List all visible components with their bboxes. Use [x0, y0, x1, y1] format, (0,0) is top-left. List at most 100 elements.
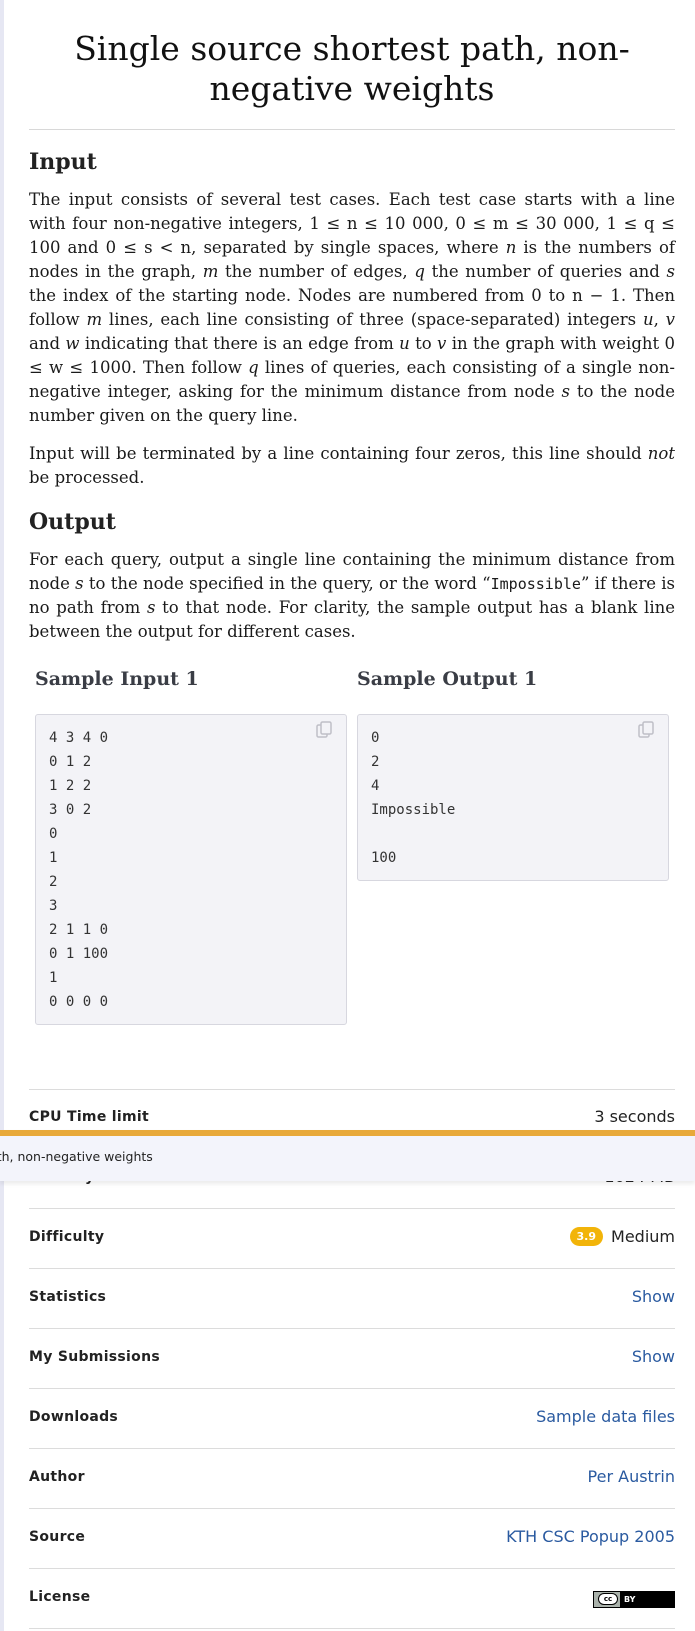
- math-var-n: n: [505, 238, 517, 257]
- math-var-q: q: [248, 358, 259, 377]
- sample-input-line: 1: [49, 850, 58, 866]
- math-n-minus-1: n − 1: [572, 286, 621, 305]
- meta-value-statistics[interactable]: Show: [632, 1287, 675, 1306]
- text-span: to: [409, 334, 438, 353]
- difficulty-text: Medium: [611, 1227, 675, 1246]
- sample-output-line: [371, 822, 655, 846]
- text-span: indicating that there is an edge from: [79, 334, 400, 353]
- sample-output-line: 100: [371, 850, 397, 866]
- output-heading: Output: [29, 509, 116, 535]
- meta-value-author[interactable]: Per Austrin: [588, 1467, 675, 1486]
- meta-row-my-submissions: My Submissions Show: [29, 1329, 675, 1389]
- sample-output-box[interactable]: 0 2 4 Impossible 100: [357, 714, 669, 881]
- cc-by-license-icon[interactable]: cc BY: [593, 1591, 675, 1608]
- meta-value-license: cc BY: [593, 1589, 675, 1608]
- sample-output-column: Sample Output 1 0 2 4 Impossible 100: [357, 658, 669, 881]
- sample-input-line: 2: [49, 874, 58, 890]
- math-s-range: 0 ≤ s < n: [105, 238, 192, 257]
- sample-input-line: 2 1 1 0: [49, 922, 109, 938]
- meta-value-downloads[interactable]: Sample data files: [536, 1407, 675, 1426]
- meta-row-downloads: Downloads Sample data files: [29, 1389, 675, 1449]
- text-span: . Then follow: [131, 358, 249, 377]
- meta-label: Author: [29, 1469, 85, 1485]
- text-span: to the node specified in the query, or t…: [83, 574, 491, 593]
- page-title: Single source shortest path, non-negativ…: [74, 29, 630, 108]
- cc-circle: cc: [598, 1593, 618, 1605]
- meta-label: My Submissions: [29, 1349, 160, 1365]
- meta-value-difficulty: 3.9 Medium: [569, 1227, 675, 1246]
- meta-row-statistics: Statistics Show: [29, 1269, 675, 1329]
- difficulty-badge: 3.9: [569, 1227, 604, 1246]
- meta-label: Downloads: [29, 1409, 119, 1425]
- sample-output-line: 4: [371, 778, 380, 794]
- sticky-title-text: rtest path, non-negative weights: [0, 1149, 153, 1164]
- sample-output-lines: 0 2 4 Impossible 100: [371, 726, 655, 870]
- text-span: the number of queries and: [424, 262, 667, 281]
- math-var-u: u: [399, 334, 410, 353]
- text-span: , separated by single spaces, where: [191, 238, 506, 257]
- math-var-m: m: [86, 310, 103, 329]
- sticky-title-bar: rtest path, non-negative weights: [0, 1130, 695, 1181]
- meta-value-my-submissions[interactable]: Show: [632, 1347, 675, 1366]
- text-span: ,: [594, 214, 607, 233]
- text-span: the index of the starting node. Nodes ar…: [29, 286, 532, 305]
- left-rail: [0, 0, 4, 1631]
- math-var-w: w: [65, 334, 80, 353]
- text-span: Input will be terminated by a line conta…: [29, 444, 648, 463]
- copy-icon[interactable]: [638, 721, 654, 738]
- cc-by-text: BY: [624, 1595, 636, 1604]
- meta-label: Source: [29, 1529, 86, 1545]
- sample-input-lines: 4 3 4 0 0 1 2 1 2 2 3 0 2 0 1 2 3 2 1 1 0 0 1 100…: [49, 726, 333, 1014]
- sample-input-column: Sample Input 1 4 3 4 0 0 1 2 1 2 2 3 0 2 0 1 2…: [35, 658, 347, 1025]
- math-var-s: s: [75, 574, 84, 593]
- text-span: and: [60, 238, 106, 257]
- sample-input-title: Sample Input 1: [35, 668, 199, 690]
- sample-input-line: 0 1 100: [49, 946, 109, 962]
- math-var-s: s: [666, 262, 675, 281]
- input-paragraph-1: The input consists of several test cases…: [29, 188, 675, 428]
- math-zero: 0: [531, 286, 542, 305]
- sample-input-line: 1: [49, 970, 58, 986]
- text-span: and: [29, 334, 66, 353]
- sample-input-line: 0 0 0 0: [49, 994, 109, 1010]
- math-var-u: u: [642, 310, 654, 329]
- input-paragraph-2: Input will be terminated by a line conta…: [29, 442, 675, 490]
- text-span: ,: [653, 310, 666, 329]
- math-var-s: s: [561, 382, 571, 401]
- meta-label: Statistics: [29, 1289, 107, 1305]
- problem-content: Single source shortest path, non-negativ…: [29, 0, 675, 1058]
- meta-label: CPU Time limit: [29, 1109, 149, 1125]
- meta-row-license: License cc BY: [29, 1569, 675, 1629]
- meta-label: Difficulty: [29, 1229, 105, 1245]
- math-n-range: 1 ≤ n ≤ 10 000: [309, 214, 444, 233]
- sample-output-line: Impossible: [371, 802, 456, 818]
- sample-input-line: 3: [49, 898, 58, 914]
- meta-value-cpu-time-limit: 3 seconds: [594, 1107, 675, 1126]
- input-heading: Input: [29, 149, 97, 175]
- math-var-q: q: [414, 262, 425, 281]
- text-span: lines, each line consisting of three (sp…: [102, 310, 643, 329]
- sample-input-line: 3 0 2: [49, 802, 92, 818]
- impossible-keyword: Impossible: [490, 575, 581, 593]
- text-span: ,: [443, 214, 456, 233]
- math-var-v: v: [437, 334, 447, 353]
- text-span: to: [541, 286, 573, 305]
- sample-output-line: 0: [371, 730, 380, 746]
- meta-row-author: Author Per Austrin: [29, 1449, 675, 1509]
- meta-row-source: Source KTH CSC Popup 2005: [29, 1509, 675, 1569]
- meta-row-difficulty: Difficulty 3.9 Medium: [29, 1209, 675, 1269]
- sample-output-title: Sample Output 1: [357, 668, 538, 690]
- text-span: in the graph with weight: [446, 334, 665, 353]
- title-divider: [29, 129, 675, 130]
- text-span: the number of edges,: [218, 262, 415, 281]
- sample-input-box[interactable]: 4 3 4 0 0 1 2 1 2 2 3 0 2 0 1 2 3 2 1 1 0 0 1 100…: [35, 714, 347, 1025]
- sample-output-line: 2: [371, 754, 380, 770]
- math-var-v: v: [665, 310, 675, 329]
- output-paragraph: For each query, output a single line con…: [29, 548, 675, 644]
- sample-input-line: 0: [49, 826, 58, 842]
- sample-input-line: 1 2 2: [49, 778, 92, 794]
- emphasis-not: not: [647, 444, 675, 463]
- copy-icon[interactable]: [316, 721, 332, 738]
- sample-input-line: 0 1 2: [49, 754, 92, 770]
- meta-value-source[interactable]: KTH CSC Popup 2005: [506, 1527, 675, 1546]
